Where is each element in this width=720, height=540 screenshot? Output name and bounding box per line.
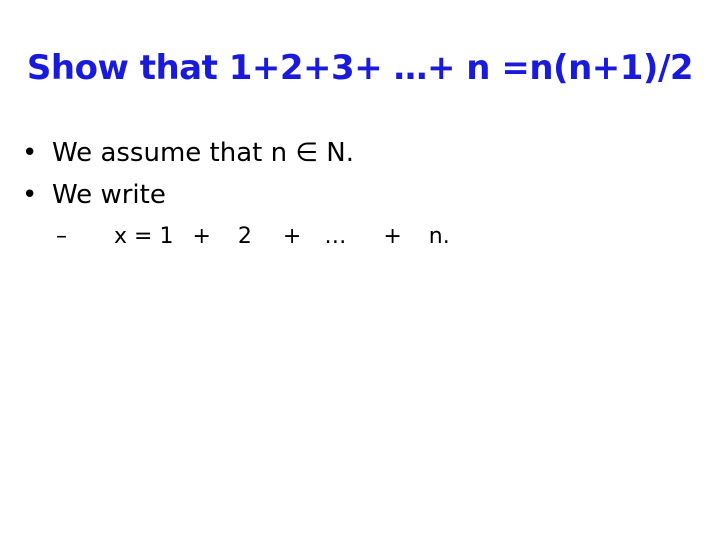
equation: x = 1 + 2 + … + n.: [114, 224, 462, 249]
equation-term: 2: [237, 223, 252, 249]
slide: Show that 1+2+3+ …+ n =n(n+1)/2 • We ass…: [0, 0, 720, 540]
equation-term: x = 1: [114, 223, 174, 249]
bullet-item: • We assume that n ∈ N.: [22, 132, 462, 174]
equation-term: n.: [428, 223, 450, 249]
bullet-item: • We write: [22, 174, 462, 216]
sub-bullet-marker: –: [56, 223, 67, 249]
sub-bullet-item: – x = 1 + 2 + … + n.: [22, 216, 462, 256]
equation-term: +: [192, 223, 211, 249]
slide-title: Show that 1+2+3+ …+ n =n(n+1)/2: [26, 48, 694, 88]
equation-term: +: [383, 223, 402, 249]
equation-term: …: [324, 223, 347, 249]
bullet-text: We write: [52, 180, 166, 210]
bullet-marker: •: [22, 138, 38, 168]
bullet-list: • We assume that n ∈ N. • We write – x =…: [22, 132, 462, 256]
bullet-text: We assume that n ∈ N.: [52, 138, 354, 168]
equation-term: +: [282, 223, 302, 249]
bullet-marker: •: [22, 180, 38, 210]
